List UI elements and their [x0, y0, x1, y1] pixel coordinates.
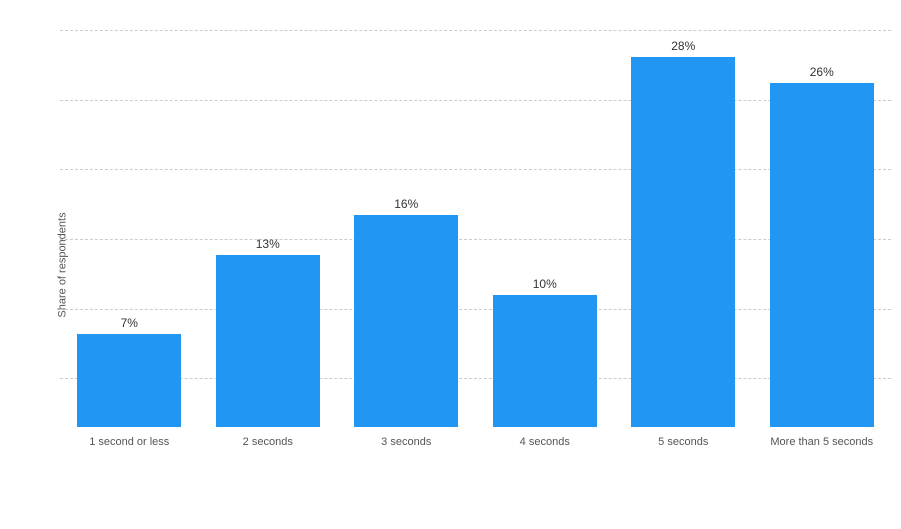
bar-group-bar-5: 28% [614, 20, 753, 427]
chart-container: Share of respondents 7%13%16%10%28%26% 1… [0, 0, 901, 529]
bar-value-label-bar-6: 26% [810, 65, 834, 79]
bar-value-label-bar-1: 7% [121, 316, 138, 330]
bar-bar-6 [770, 83, 874, 426]
bar-bar-2 [216, 255, 320, 427]
bars-wrapper: 7% 13% 16% 10% 28% 26% [60, 20, 891, 427]
bar-value-label-bar-4: 10% [533, 277, 557, 291]
bar-value-label-bar-3: 16% [394, 197, 418, 211]
bar-group-bar-3: 16% [337, 20, 476, 427]
bar-value-label-bar-2: 13% [256, 237, 280, 251]
bar-group-bar-4: 10% [476, 20, 615, 427]
chart-area: 7%13%16%10%28%26% 1 second or less2 seco… [60, 20, 891, 449]
bar-bar-1 [77, 334, 181, 426]
bar-group-bar-6: 26% [753, 20, 892, 427]
bar-group-bar-1: 7% [60, 20, 199, 427]
bar-bar-4 [493, 295, 597, 427]
bar-bar-5 [631, 57, 735, 427]
bar-bar-3 [354, 215, 458, 426]
bar-group-bar-2: 13% [199, 20, 338, 427]
bar-value-label-bar-5: 28% [671, 39, 695, 53]
